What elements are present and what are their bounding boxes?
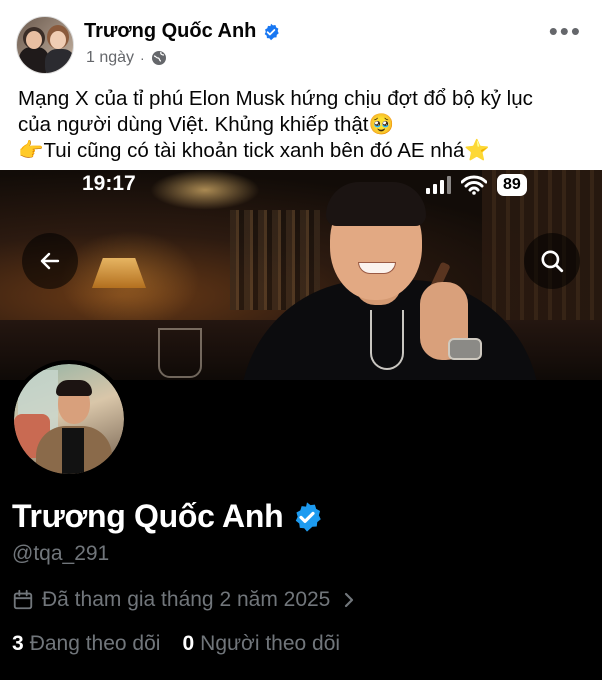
wifi-icon xyxy=(461,175,487,195)
post-header: Trương Quốc Anh 1 ngày · ••• xyxy=(0,0,602,82)
profile-avatar[interactable] xyxy=(10,360,128,478)
followers-label[interactable]: Người theo dõi xyxy=(200,632,340,656)
post-text: Mạng X của tỉ phú Elon Musk hứng chịu đợ… xyxy=(18,86,588,164)
post-time[interactable]: 1 ngày xyxy=(86,49,134,67)
signal-icon xyxy=(426,176,451,194)
calendar-icon xyxy=(13,589,33,610)
following-count[interactable]: 3 xyxy=(12,632,24,656)
battery-level: 89 xyxy=(497,174,527,196)
follow-stats: 3 Đang theo dõi 0 Người theo dõi xyxy=(12,632,340,656)
globe-icon xyxy=(151,51,166,65)
joined-date-row[interactable]: Đã tham gia tháng 2 năm 2025 xyxy=(12,588,356,612)
meta-separator: · xyxy=(140,50,145,66)
post-text-line: Mạng X của tỉ phú Elon Musk hứng chịu đợ… xyxy=(18,87,533,110)
post-meta: 1 ngày · xyxy=(86,49,167,67)
profile-name: Trương Quốc Anh xyxy=(12,498,284,534)
back-button[interactable] xyxy=(22,233,78,289)
status-icons: 89 xyxy=(425,174,527,196)
post-image[interactable]: 19:17 89 Trương Quốc Anh @tqa_291 Đã tha… xyxy=(0,170,602,680)
profile-banner: 19:17 89 xyxy=(0,170,602,380)
author-avatar[interactable] xyxy=(16,16,74,74)
profile-name-row: Trương Quốc Anh xyxy=(12,498,323,535)
back-arrow-icon xyxy=(40,252,60,270)
status-time: 19:17 xyxy=(82,172,136,195)
joined-date: Đã tham gia tháng 2 năm 2025 xyxy=(42,588,331,611)
more-icon[interactable]: ••• xyxy=(549,18,582,44)
post-text-line: 👉Tui cũng có tài khoản tick xanh bên đó … xyxy=(18,139,490,162)
author-name[interactable]: Trương Quốc Anh xyxy=(84,20,256,43)
search-icon xyxy=(541,250,564,273)
search-button[interactable] xyxy=(524,233,580,289)
followers-count[interactable]: 0 xyxy=(182,632,194,656)
author-row: Trương Quốc Anh xyxy=(84,20,280,43)
verified-badge-icon[interactable] xyxy=(291,501,323,533)
post-text-line: của người dùng Việt. Khủng khiếp thật🥹 xyxy=(18,113,395,136)
verified-badge-icon xyxy=(265,23,280,40)
chevron-right-icon xyxy=(345,592,354,608)
profile-handle: @tqa_291 xyxy=(12,542,110,565)
following-label[interactable]: Đang theo dõi xyxy=(30,632,161,656)
